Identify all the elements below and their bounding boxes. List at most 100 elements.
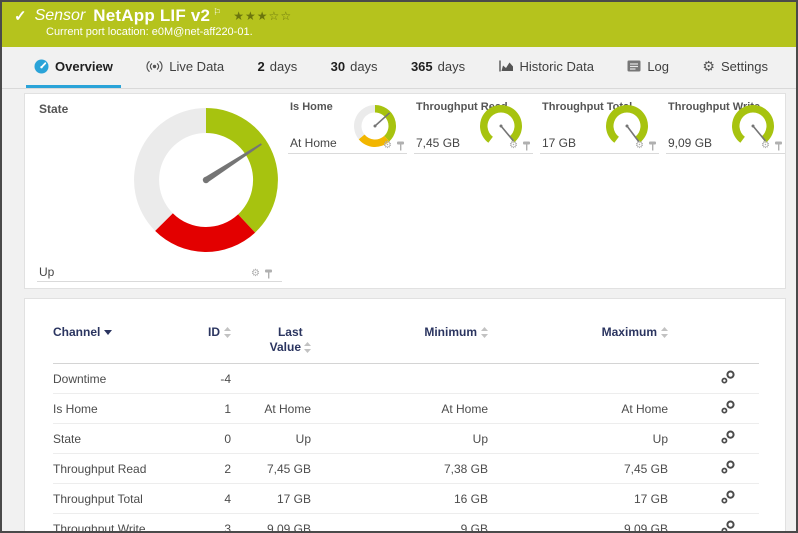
- table-row[interactable]: Is Home 1 At Home At Home At Home: [53, 394, 759, 424]
- sort-icon: [661, 327, 668, 338]
- cell-minimum: [311, 364, 488, 394]
- cell-channel: Throughput Read: [53, 454, 183, 484]
- cell-maximum: 17 GB: [488, 484, 668, 514]
- cell-id: -4: [183, 364, 231, 394]
- table-row[interactable]: Throughput Write 3 9,09 GB 9 GB 9,09 GB: [53, 514, 759, 533]
- table-row[interactable]: State 0 Up Up Up: [53, 424, 759, 454]
- mini-gauge-throughput-total: Throughput Total 17 GB ⚙: [537, 94, 663, 158]
- cell-id: 1: [183, 394, 231, 424]
- channel-settings-button[interactable]: [668, 514, 759, 533]
- column-header-channel[interactable]: Channel: [53, 299, 183, 364]
- status-check-icon: ✓: [14, 7, 27, 25]
- column-header-last-value[interactable]: Last Value: [231, 299, 311, 364]
- channel-table-panel: Channel ID Las: [24, 298, 786, 533]
- gauge-gear-icon[interactable]: ⚙: [761, 141, 770, 151]
- historic-data-icon: [499, 60, 514, 72]
- channel-settings-icon: [721, 430, 735, 444]
- sensor-page: ✓ Sensor NetApp LIF v2 ⚐ ★★★☆☆ Current p…: [0, 0, 798, 533]
- divider: [540, 153, 659, 154]
- log-icon: [627, 60, 641, 72]
- tab-30-days[interactable]: 30days: [323, 47, 386, 88]
- cell-last-value: 9,09 GB: [231, 514, 311, 533]
- tab-overview[interactable]: Overview: [26, 47, 121, 88]
- cell-id: 2: [183, 454, 231, 484]
- tab-historic-data[interactable]: Historic Data: [491, 47, 602, 88]
- sort-icon: [304, 342, 311, 353]
- gauge-gear-icon[interactable]: ⚙: [383, 141, 392, 151]
- priority-flag-icon[interactable]: ⚐: [213, 7, 221, 18]
- sensor-header: ✓ Sensor NetApp LIF v2 ⚐ ★★★☆☆ Current p…: [2, 2, 796, 47]
- cell-channel: Downtime: [53, 364, 183, 394]
- live-data-icon: [146, 60, 163, 73]
- cell-last-value: At Home: [231, 394, 311, 424]
- channel-settings-button[interactable]: [668, 484, 759, 514]
- gauge-pin-icon[interactable]: [396, 141, 405, 151]
- column-header-maximum[interactable]: Maximum: [488, 299, 668, 364]
- gauge-icon: [34, 59, 49, 74]
- cell-last-value: 7,45 GB: [231, 454, 311, 484]
- channel-settings-button[interactable]: [668, 454, 759, 484]
- table-row[interactable]: Throughput Total 4 17 GB 16 GB 17 GB: [53, 484, 759, 514]
- table-row[interactable]: Downtime -4: [53, 364, 759, 394]
- channel-settings-icon: [721, 460, 735, 474]
- channel-settings-button[interactable]: [668, 424, 759, 454]
- mini-gauge-value: 17 GB: [542, 136, 576, 150]
- settings-gear-icon: ⚙: [702, 58, 715, 75]
- object-type-label: Sensor: [35, 7, 86, 25]
- cell-minimum: At Home: [311, 394, 488, 424]
- channel-settings-icon: [721, 400, 735, 414]
- channel-settings-icon: [721, 490, 735, 504]
- mini-gauge-throughput-read: Throughput Read 7,45 GB ⚙: [411, 94, 537, 158]
- channel-settings-button[interactable]: [668, 364, 759, 394]
- divider: [37, 281, 282, 282]
- column-header-id[interactable]: ID: [183, 299, 231, 364]
- cell-minimum: 7,38 GB: [311, 454, 488, 484]
- gauge-pin-icon[interactable]: [648, 141, 657, 151]
- state-gauge-cell: State Up ⚙: [25, 94, 285, 288]
- gauge-pin-icon[interactable]: [264, 269, 273, 279]
- cell-maximum: Up: [488, 424, 668, 454]
- state-gauge-title: State: [39, 102, 68, 116]
- cell-channel: Throughput Total: [53, 484, 183, 514]
- gauge-gear-icon[interactable]: ⚙: [509, 141, 518, 151]
- state-gauge: [126, 100, 286, 260]
- cell-maximum: 7,45 GB: [488, 454, 668, 484]
- column-header-actions: [668, 299, 759, 364]
- cell-maximum: [488, 364, 668, 394]
- tab-365-days[interactable]: 365days: [403, 47, 473, 88]
- channel-settings-button[interactable]: [668, 394, 759, 424]
- cell-last-value: 17 GB: [231, 484, 311, 514]
- tab-live-data[interactable]: Live Data: [138, 47, 232, 88]
- channel-table: Channel ID Las: [53, 299, 759, 533]
- tab-bar: Overview Live Data 2days 30days 365days …: [2, 47, 796, 89]
- column-header-minimum[interactable]: Minimum: [311, 299, 488, 364]
- divider: [666, 153, 785, 154]
- tab-settings[interactable]: ⚙ Settings: [694, 47, 776, 88]
- mini-gauge-value: At Home: [290, 136, 337, 150]
- sort-desc-icon: [104, 330, 112, 335]
- divider: [288, 153, 407, 154]
- channel-settings-icon: [721, 370, 735, 384]
- tab-2-days[interactable]: 2days: [250, 47, 306, 88]
- gauge-gear-icon[interactable]: ⚙: [251, 269, 260, 279]
- gauge-pin-icon[interactable]: [522, 141, 531, 151]
- mini-gauge-is-home: Is Home At Home ⚙: [285, 94, 411, 158]
- gauge-gear-icon[interactable]: ⚙: [635, 141, 644, 151]
- mini-gauge-throughput-write: Throughput Write 9,09 GB ⚙: [663, 94, 789, 158]
- sort-icon: [224, 327, 231, 338]
- sensor-title: NetApp LIF v2: [93, 6, 210, 26]
- state-gauge-value: Up: [39, 265, 54, 279]
- channel-settings-icon: [721, 520, 735, 533]
- cell-minimum: 9 GB: [311, 514, 488, 533]
- mini-gauge-value: 7,45 GB: [416, 136, 460, 150]
- tab-log[interactable]: Log: [619, 47, 677, 88]
- cell-maximum: At Home: [488, 394, 668, 424]
- cell-id: 0: [183, 424, 231, 454]
- star-rating[interactable]: ★★★☆☆: [233, 9, 292, 23]
- mini-gauge-title: Is Home: [290, 101, 333, 113]
- table-row[interactable]: Throughput Read 2 7,45 GB 7,38 GB 7,45 G…: [53, 454, 759, 484]
- gauge-pin-icon[interactable]: [774, 141, 783, 151]
- cell-channel: Throughput Write: [53, 514, 183, 533]
- cell-maximum: 9,09 GB: [488, 514, 668, 533]
- cell-channel: Is Home: [53, 394, 183, 424]
